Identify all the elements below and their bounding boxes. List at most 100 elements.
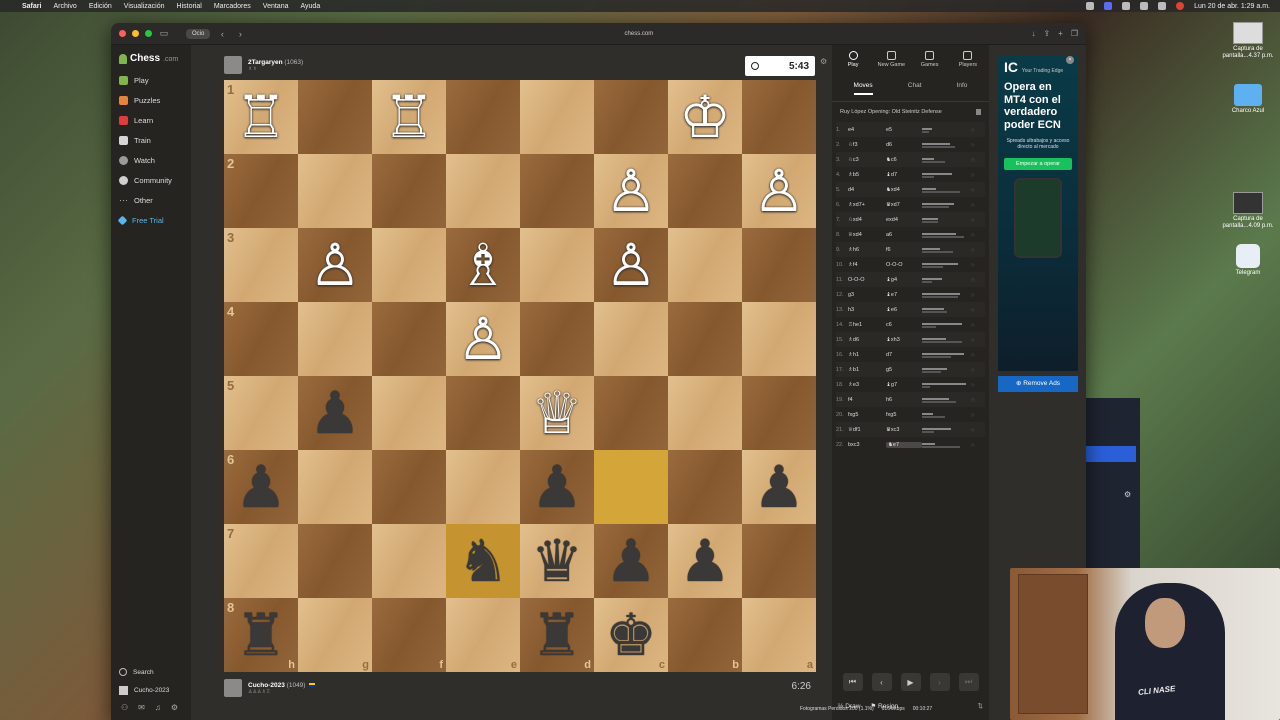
last-move-button[interactable]: ⏭ [958,673,979,691]
desktop-item-screenshot-2[interactable]: Captura de pantalla...4.09 p.m. [1220,192,1276,230]
cloud-icon[interactable] [1122,2,1131,10]
chess-board[interactable]: 1 ♖ ♖ ♔ 2 ♙ ♙ 3 ♙ ♗ ♙ 4 ♙ 5 ♟ ♕ 6 ♟ ♟ ♟ 7 ♞ ♛ ♟ ♟ 8 h ♜ g f e d ♜ c ♚ b a [224,80,816,672]
square-b4[interactable] [668,302,742,376]
white-move[interactable]: ♗b1 [848,367,886,373]
square-h3[interactable]: 3 [224,228,298,302]
black-move[interactable]: g5 [886,367,922,373]
white-pawn-icon[interactable]: ♙ [605,236,657,294]
white-move[interactable]: f4 [848,397,886,403]
opening-name[interactable]: Ruy López Opening: Old Steinitz Defense [840,109,942,115]
square-e5[interactable] [446,376,520,450]
white-move[interactable]: ♗d6 [848,337,886,343]
white-bishop-icon[interactable]: ♗ [457,236,509,294]
square-d2[interactable] [520,154,594,228]
settings-icon[interactable]: ⚙ [171,703,178,712]
black-pawn-icon[interactable]: ♟ [753,458,805,516]
status-icon[interactable] [1086,2,1095,10]
square-e6[interactable] [446,450,520,524]
flip-board-icon[interactable]: ⇅ [978,702,983,710]
square-c3[interactable]: ♙ [594,228,668,302]
square-h1[interactable]: 1 ♖ [224,80,298,154]
white-king-icon[interactable]: ♔ [679,88,731,146]
sidebar-toggle-icon[interactable]: ▭ [158,28,170,39]
board-settings-icon[interactable]: ⚙ [820,57,827,66]
square-h8[interactable]: 8 h ♜ [224,598,298,672]
square-d5[interactable]: ♕ [520,376,594,450]
square-c8[interactable]: c ♚ [594,598,668,672]
subtab-chat[interactable]: Chat [908,82,922,95]
bookmark-icon[interactable] [976,109,981,115]
square-c7[interactable]: ♟ [594,524,668,598]
square-d6[interactable]: ♟ [520,450,594,524]
zoom-window-button[interactable] [145,30,152,37]
black-knight-icon[interactable]: ♞ [457,532,509,590]
square-g7[interactable] [298,524,372,598]
white-queen-icon[interactable]: ♕ [531,384,583,442]
square-a2[interactable]: ♙ [742,154,816,228]
white-move[interactable]: e4 [848,127,886,133]
first-move-button[interactable]: ⏮ [842,673,863,691]
square-f7[interactable] [372,524,446,598]
black-move[interactable]: ♝g4 [886,277,922,283]
square-b6[interactable] [668,450,742,524]
square-c2[interactable]: ♙ [594,154,668,228]
tabs-overview-icon[interactable]: ❐ [1071,29,1078,38]
black-move[interactable]: ♛xd7 [886,202,922,208]
square-f8[interactable]: f [372,598,446,672]
square-h6[interactable]: 6 ♟ [224,450,298,524]
square-f5[interactable] [372,376,446,450]
white-move[interactable]: O-O-O [848,277,886,283]
white-move[interactable]: ♗e3 [848,382,886,388]
white-move[interactable]: ♘xd4 [848,217,886,223]
tab-games[interactable]: Games [911,51,949,68]
desktop-item-charco-azul[interactable]: Charco Azul [1220,84,1276,115]
square-d7[interactable]: ♛ [520,524,594,598]
tab-new-game[interactable]: New Game [872,51,910,68]
black-pawn-icon[interactable]: ♟ [309,384,361,442]
square-c6[interactable] [594,450,668,524]
remove-ads-button[interactable]: ⊕ Remove Ads [998,376,1078,392]
square-g8[interactable]: g [298,598,372,672]
square-f3[interactable] [372,228,446,302]
sidebar-search[interactable]: Search [111,663,191,681]
menu-edicion[interactable]: Edición [89,3,112,10]
black-move[interactable]: ♝d7 [886,172,922,178]
sidebar-item-free-trial[interactable]: Free Trial [111,210,191,230]
menu-historial[interactable]: Historial [177,3,202,10]
white-move[interactable]: h3 [848,307,886,313]
desktop-item-screenshot-1[interactable]: Captura de pantalla...4.37 p.m. [1220,22,1276,60]
black-rook-icon[interactable]: ♜ [531,606,583,664]
square-f4[interactable] [372,302,446,376]
square-f6[interactable] [372,450,446,524]
opponent-avatar[interactable] [224,56,242,74]
white-rook-icon[interactable]: ♖ [383,88,435,146]
ad-cta-button[interactable]: Empezar a operar [1004,157,1072,170]
white-move[interactable]: ♗h1 [848,352,886,358]
bell-icon[interactable]: ♫ [155,703,161,712]
black-move[interactable]: ♝e6 [886,307,922,313]
square-a4[interactable] [742,302,816,376]
black-pawn-icon[interactable]: ♟ [531,458,583,516]
square-g1[interactable] [298,80,372,154]
mail-icon[interactable]: ✉ [138,703,145,712]
black-move[interactable]: ♝g7 [886,382,922,388]
subtab-moves[interactable]: Moves [853,82,873,95]
white-pawn-icon[interactable]: ♙ [605,162,657,220]
white-move[interactable]: ♘f3 [848,142,886,148]
black-move[interactable]: ♝xh3 [886,337,922,343]
friends-icon[interactable]: ⚇ [121,703,128,712]
square-c4[interactable] [594,302,668,376]
sidebar-item-watch[interactable]: Watch [111,150,191,170]
desktop-item-telegram[interactable]: Telegram [1220,244,1276,277]
ad-banner[interactable]: IC Your Trading Edge Opera en MT4 con el… [998,55,1078,371]
square-d4[interactable] [520,302,594,376]
subtab-info[interactable]: Info [957,82,968,95]
sidebar-item-learn[interactable]: Learn [111,110,191,130]
white-move[interactable]: ♗xd7+ [848,202,886,208]
black-move[interactable]: c6 [886,322,922,328]
new-tab-icon[interactable]: + [1058,29,1063,38]
ad-close-icon[interactable]: × [1066,56,1074,64]
black-queen-icon[interactable]: ♛ [531,532,583,590]
square-e7[interactable]: ♞ [446,524,520,598]
square-e4[interactable]: ♙ [446,302,520,376]
